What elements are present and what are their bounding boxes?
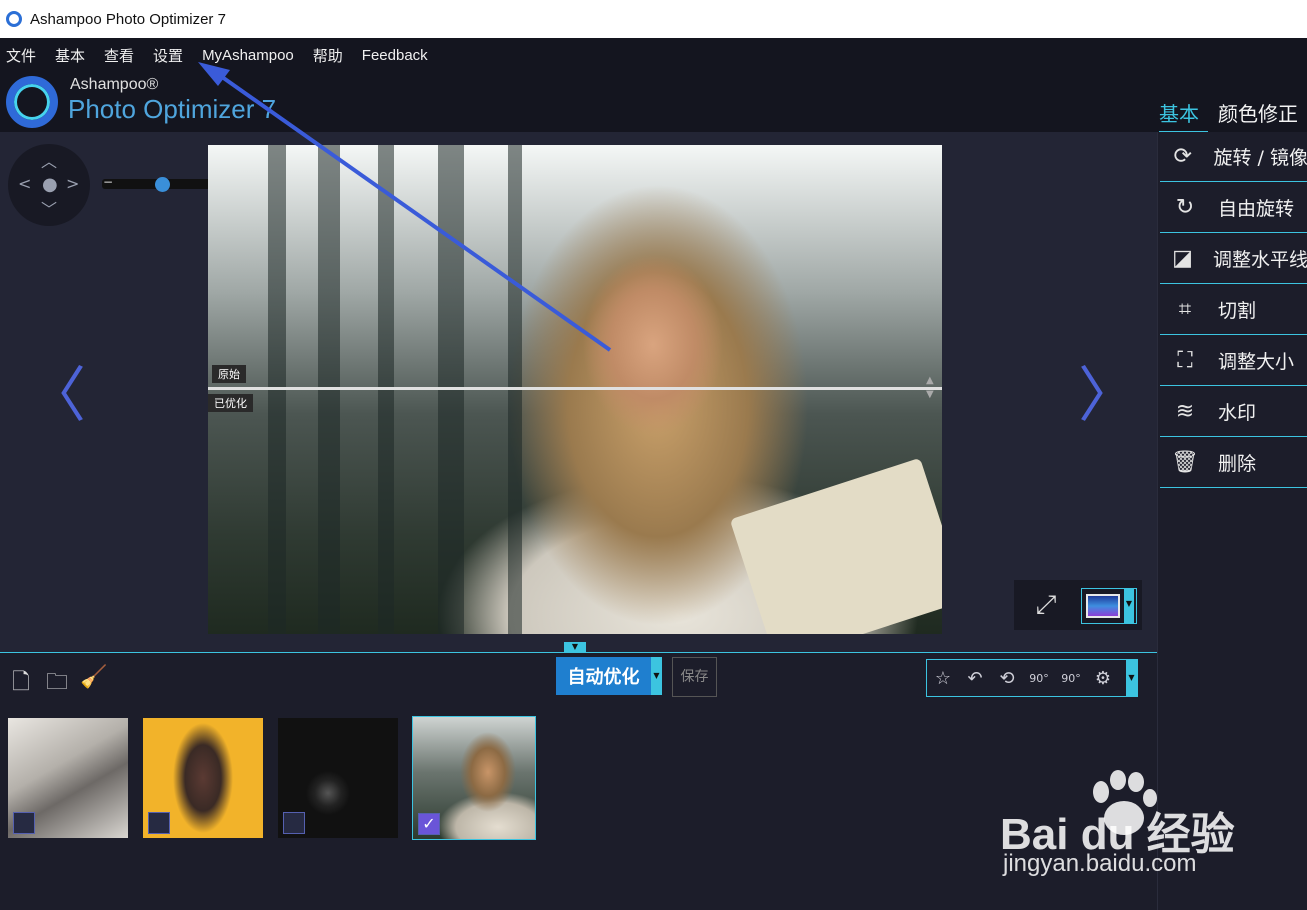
title-bar: Ashampoo Photo Optimizer 7 [0, 0, 1307, 38]
logo-brand: Ashampoo® [70, 76, 159, 93]
resize-icon: ⛶ [1177, 348, 1193, 373]
rotate-right-button[interactable]: 90° [1055, 672, 1087, 685]
zoom-out-icon[interactable]: − [102, 176, 114, 189]
original-label: 原始 [212, 365, 246, 383]
auto-optimize-label: 自动优化 [567, 667, 640, 688]
optimized-label: 已优化 [208, 394, 253, 412]
zoom-slider-handle[interactable] [155, 177, 170, 192]
tool-label: 调整水平线 [1212, 249, 1307, 271]
app-icon [6, 11, 22, 27]
auto-optimize-dropdown-icon[interactable]: ▼ [651, 657, 662, 695]
save-button[interactable]: 保存 [672, 657, 717, 697]
crop-icon: ⌗ [1178, 297, 1192, 322]
menu-view[interactable]: 查看 [104, 45, 134, 66]
edit-actions: ☆ ↶ ⟲ 90° 90° ⚙ ▼ [926, 659, 1138, 697]
tool-label: 旋转 / 镜像 [1213, 147, 1307, 169]
logo-icon [6, 76, 58, 128]
tool-crop[interactable]: ⌗ 切割 [1160, 285, 1307, 335]
thumbnail-checkbox[interactable] [148, 812, 170, 834]
free-rotate-icon: ↻ [1175, 195, 1195, 220]
menu-bar: 文件 基本 查看 设置 MyAshampoo 帮助 Feedback [0, 38, 1307, 72]
add-folder-icon[interactable]: 🗀 [44, 665, 70, 695]
tool-label: 自由旋转 [1218, 198, 1295, 220]
tool-rotate-mirror[interactable]: ⟳ 旋转 / 镜像 [1160, 132, 1307, 182]
collapse-panel-icon[interactable]: ▼ [564, 642, 586, 652]
thumbnail-camera[interactable] [278, 718, 398, 838]
clear-list-icon[interactable]: 🧹 [80, 665, 107, 693]
watermark-url: jingyan.baidu.com [1003, 850, 1197, 877]
watermark-icon: ≋ [1175, 399, 1195, 424]
menu-settings[interactable]: 设置 [153, 45, 183, 66]
rotate-mirror-icon: ⟳ [1173, 144, 1192, 169]
tool-label: 调整大小 [1218, 351, 1295, 373]
pan-up-icon[interactable]: ︿ [41, 148, 57, 172]
tool-delete[interactable]: 🗑 删除 [1160, 438, 1307, 488]
menu-myashampoo[interactable]: MyAshampoo [202, 47, 294, 64]
pan-right-icon[interactable]: > [66, 174, 79, 193]
thumbnail-notebook[interactable] [8, 718, 128, 838]
fullscreen-icon[interactable]: ⤢ [1030, 590, 1062, 622]
thumbnail-woman-selected[interactable]: ✓ [412, 716, 536, 840]
pan-down-icon[interactable]: ﹀ [41, 196, 57, 220]
menu-file[interactable]: 文件 [6, 45, 36, 66]
image-viewer: ︿ < ● > ﹀ − + 〈 〉 原始 已优化 ▲▼ ⤢ ▼ [0, 132, 1157, 652]
next-image-icon[interactable]: 〉 [1078, 347, 1138, 434]
tool-resize[interactable]: ⛶ 调整大小 [1160, 336, 1307, 386]
menu-help[interactable]: 帮助 [313, 45, 343, 66]
window-title: Ashampoo Photo Optimizer 7 [30, 10, 226, 28]
tool-watermark[interactable]: ≋ 水印 [1160, 387, 1307, 437]
app-header: Ashampoo® Photo Optimizer 7 基本 颜色修正 [0, 72, 1307, 133]
tab-color-correction[interactable]: 颜色修正 [1218, 98, 1307, 133]
panel-tabs: 基本 颜色修正 [1159, 98, 1307, 133]
compare-mode-button[interactable]: ▼ [1081, 588, 1137, 624]
menu-basic[interactable]: 基本 [55, 45, 85, 66]
settings-gear-icon[interactable]: ⚙ [1087, 668, 1119, 689]
add-file-icon[interactable]: 🗋 [8, 665, 34, 695]
undo-icon[interactable]: ↶ [959, 668, 991, 689]
level-horizon-icon: ◪ [1172, 246, 1193, 271]
previous-image-icon[interactable]: 〈 [26, 347, 86, 434]
tool-label: 删除 [1218, 453, 1257, 475]
pan-left-icon[interactable]: < [18, 174, 31, 193]
compare-dropdown-icon[interactable]: ▼ [1124, 589, 1134, 623]
tab-basic[interactable]: 基本 [1159, 98, 1208, 133]
view-controls: ⤢ ▼ [1014, 580, 1142, 630]
baidu-watermark: Bai du 经验 jingyan.baidu.com [1000, 770, 1300, 890]
action-toolbar: 🗋 🗀 🧹 自动优化 ▼ 保存 ☆ ↶ ⟲ 90° 90° ⚙ ▼ [0, 652, 1157, 706]
pan-navigator[interactable]: ︿ < ● > ﹀ [8, 144, 90, 226]
trash-icon: 🗑 [1171, 450, 1199, 475]
compare-mode-icon [1086, 594, 1120, 618]
compare-split-line[interactable] [208, 387, 942, 390]
rotate-left-button[interactable]: 90° [1023, 672, 1055, 685]
logo-product: Photo Optimizer 7 [68, 94, 277, 124]
auto-optimize-button[interactable]: 自动优化 ▼ [556, 657, 662, 695]
favorites-icon[interactable]: ☆ [927, 668, 959, 689]
tool-label: 切割 [1218, 300, 1257, 322]
thumbnail-dancer[interactable] [143, 718, 263, 838]
edit-dropdown-icon[interactable]: ▼ [1126, 660, 1137, 696]
thumbnail-checkbox[interactable] [13, 812, 35, 834]
photo-tablet [729, 457, 942, 634]
thumbnail-checkbox-checked[interactable]: ✓ [418, 813, 440, 835]
menu-feedback[interactable]: Feedback [362, 47, 428, 64]
thumbnail-checkbox[interactable] [283, 812, 305, 834]
tool-level-horizon[interactable]: ◪ 调整水平线 [1160, 234, 1307, 284]
tool-label: 水印 [1218, 402, 1257, 424]
tool-free-rotate[interactable]: ↻ 自由旋转 [1160, 183, 1307, 233]
undo-all-icon[interactable]: ⟲ [991, 668, 1023, 689]
pan-center-icon[interactable]: ● [42, 174, 58, 195]
split-handle-icon[interactable]: ▲ ▼ [926, 374, 934, 402]
thumbnail-strip: ✓ [0, 706, 1157, 910]
